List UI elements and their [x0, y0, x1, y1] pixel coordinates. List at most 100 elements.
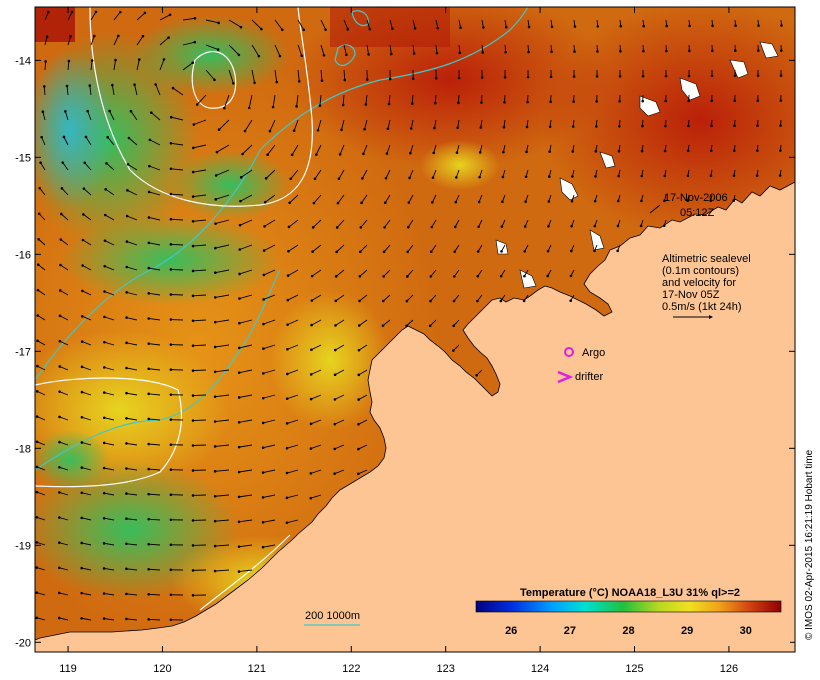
velocity-arrow-head	[665, 49, 668, 53]
velocity-arrow-head	[167, 36, 170, 39]
velocity-arrow-head	[290, 153, 294, 157]
velocity-arrow-head	[57, 616, 61, 620]
velocity-arrow-head	[80, 340, 84, 343]
velocity-arrow-head	[664, 99, 668, 103]
velocity-arrow-head	[80, 466, 84, 469]
velocity-arrow-head	[237, 570, 241, 573]
velocity-arrow-head	[37, 237, 40, 241]
velocity-arrow-head	[191, 594, 195, 597]
velocity-arrow-head	[310, 348, 313, 352]
velocity-arrow-head	[453, 275, 456, 278]
velocity-arrow-head	[58, 516, 61, 519]
velocity-arrow-head	[147, 618, 150, 621]
velocity-arrow-head	[572, 100, 575, 103]
velocity-arrow-head	[60, 187, 64, 190]
velocity-arrow-head	[65, 84, 69, 88]
velocity-arrow-head	[333, 398, 337, 401]
velocity-arrow-head	[549, 100, 552, 104]
velocity-arrow-head	[125, 214, 129, 218]
velocity-arrow-head	[239, 176, 243, 179]
velocity-arrow-head	[478, 151, 482, 154]
velocity-arrow-head	[90, 59, 94, 62]
velocity-arrow-head	[384, 176, 388, 180]
velocity-arrow	[193, 394, 207, 397]
velocity-arrow-head	[266, 153, 269, 157]
velocity-arrow-head	[169, 518, 173, 522]
velocity-arrow-head	[125, 592, 128, 596]
velocity-arrow-head	[341, 103, 345, 107]
velocity-arrow-head	[285, 372, 289, 376]
velocity-arrow-head	[148, 138, 152, 142]
altimetry-line-2: (0.1m contours)	[662, 265, 739, 277]
velocity-arrow-head	[547, 225, 550, 228]
depth-legend-label: 200 1000m	[305, 610, 360, 622]
velocity-arrow-head	[755, 174, 759, 177]
velocity-arrow-head	[154, 83, 158, 86]
velocity-arrow-head	[125, 316, 128, 319]
colorbar-tick-label: 27	[564, 625, 576, 637]
velocity-arrow-head	[343, 78, 347, 82]
velocity-arrow-head	[193, 16, 197, 20]
velocity-arrow-head	[452, 324, 455, 328]
velocity-arrow-head	[333, 447, 336, 451]
x-tick-label: 126	[720, 663, 738, 675]
velocity-arrow-head	[295, 105, 298, 108]
velocity-arrow-head	[247, 106, 251, 110]
velocity-arrow-head	[364, 103, 368, 106]
y-tick-label: -15	[15, 152, 31, 164]
velocity-arrow-head	[779, 74, 783, 77]
velocity-arrow-head	[237, 346, 241, 350]
velocity-arrow-head	[191, 294, 195, 298]
velocity-arrow-head	[288, 201, 291, 205]
velocity-arrow-head	[125, 617, 128, 621]
velocity-arrow-head	[150, 111, 153, 114]
velocity-arrow-head	[80, 591, 83, 595]
velocity-arrow-head	[80, 541, 84, 545]
colorbar-tick-label: 30	[740, 625, 752, 637]
velocity-arrow-head	[191, 469, 195, 472]
velocity-arrow-head	[192, 146, 195, 150]
velocity-arrow-head	[733, 124, 736, 128]
velocity-arrow-head	[105, 162, 108, 165]
velocity-arrow-head	[779, 149, 782, 152]
velocity-arrow-head	[58, 491, 61, 494]
velocity-arrow	[193, 419, 207, 421]
velocity-arrow-head	[169, 468, 173, 472]
velocity-arrow	[193, 369, 207, 372]
velocity-arrow-head	[571, 150, 575, 153]
velocity-arrow-head	[35, 566, 39, 569]
velocity-arrow-head	[147, 567, 150, 571]
velocity-arrow-head	[147, 542, 150, 546]
velocity-arrow-head	[125, 467, 128, 470]
velocity-arrow-head	[286, 298, 290, 302]
velocity-arrow-head	[640, 174, 644, 178]
velocity-arrow-head	[688, 24, 691, 28]
velocity-arrow-head	[642, 49, 645, 53]
velocity-arrow-head	[58, 314, 62, 318]
velocity-arrow-head	[688, 49, 691, 53]
velocity-arrow-head	[147, 190, 151, 194]
velocity-arrow-head	[504, 25, 508, 29]
velocity-arrow-head	[214, 222, 217, 225]
velocity-arrow-head	[549, 75, 553, 79]
velocity-arrow-head	[81, 264, 84, 267]
velocity-arrow-head	[333, 373, 337, 377]
velocity-arrow-head	[35, 591, 39, 594]
velocity-arrow-head	[302, 28, 306, 32]
velocity-arrow-head	[663, 149, 667, 153]
velocity-arrow-head	[102, 491, 106, 495]
velocity-arrow-head	[243, 129, 247, 133]
velocity-arrow-head	[84, 135, 88, 139]
velocity-arrow-head	[779, 49, 783, 52]
velocity-arrow-head	[311, 250, 314, 253]
argo-label: Argo	[582, 347, 605, 359]
velocity-arrow-head	[322, 53, 326, 57]
velocity-arrow-head	[593, 249, 596, 253]
velocity-arrow-head	[213, 395, 217, 398]
velocity-arrow-head	[61, 161, 65, 164]
velocity-arrow-head	[665, 24, 668, 28]
velocity-arrow-head	[103, 290, 106, 293]
velocity-arrow-head	[452, 299, 456, 303]
velocity-arrow-head	[169, 493, 173, 497]
velocity-arrow-head	[238, 248, 242, 251]
